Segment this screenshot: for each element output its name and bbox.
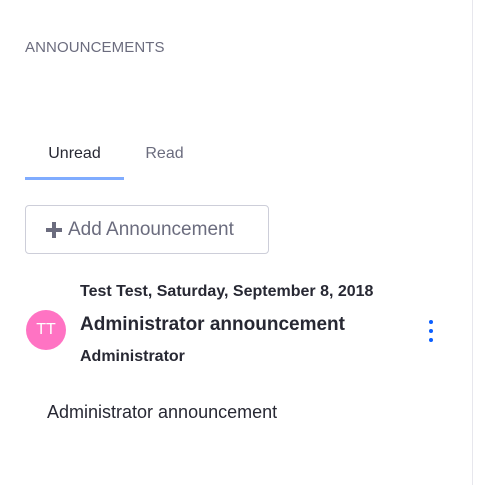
tab-unread[interactable]: Unread	[25, 140, 124, 180]
avatar: TT	[26, 310, 66, 350]
page-title: ANNOUNCEMENTS	[25, 39, 165, 56]
tab-bar: Unread Read	[25, 140, 225, 180]
plus-icon	[46, 221, 62, 238]
tab-unread-label: Unread	[48, 145, 101, 162]
announcements-panel: ANNOUNCEMENTS Unread Read Add Announceme…	[0, 0, 472, 485]
announcement-body: Administrator announcement	[47, 402, 278, 422]
more-actions-icon[interactable]	[424, 318, 438, 344]
scrollbar-track[interactable]	[472, 0, 486, 485]
tab-read-label: Read	[145, 145, 184, 162]
add-announcement-button[interactable]: Add Announcement	[25, 205, 269, 254]
add-announcement-label: Add Announcement	[68, 218, 234, 240]
announcement-meta: Test Test, Saturday, September 8, 2018	[80, 283, 374, 300]
announcement-title: Administrator announcement	[80, 314, 345, 335]
announcement-role: Administrator	[80, 348, 185, 365]
tab-read[interactable]: Read	[138, 140, 191, 180]
